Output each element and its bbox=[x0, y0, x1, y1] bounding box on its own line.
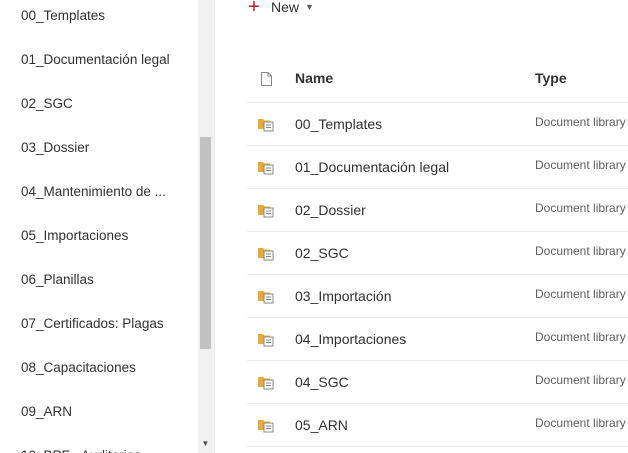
document-library-icon bbox=[258, 377, 274, 390]
column-header-type[interactable]: Type bbox=[535, 70, 567, 86]
chevron-down-icon: ▼ bbox=[305, 2, 314, 12]
row-name[interactable]: 03_Importación bbox=[295, 288, 392, 304]
row-type: Document library bbox=[535, 416, 626, 430]
list-header-row: Name Type bbox=[247, 58, 628, 103]
sidebar-item-06-planillas[interactable]: 06_Planillas bbox=[21, 268, 191, 292]
sidebar-item-10-bpf[interactable]: 10_BPF - Auditorias bbox=[21, 444, 191, 453]
plus-icon: + bbox=[248, 0, 260, 18]
document-library-icon bbox=[258, 334, 274, 347]
row-name[interactable]: 02_Dossier bbox=[295, 202, 366, 218]
table-row[interactable]: 04_SGC Document library bbox=[247, 361, 628, 404]
sidebar-item-00-templates[interactable]: 00_Templates bbox=[21, 4, 191, 28]
document-library-icon bbox=[258, 119, 274, 132]
sidebar-item-05-importaciones[interactable]: 05_Importaciones bbox=[21, 224, 191, 248]
table-row[interactable]: 04_Importaciones Document library bbox=[247, 318, 628, 361]
row-type: Document library bbox=[535, 201, 626, 215]
row-name[interactable]: 04_Importaciones bbox=[295, 331, 406, 347]
row-name[interactable]: 05_ARN bbox=[295, 417, 348, 433]
panel-divider bbox=[214, 0, 215, 453]
new-button[interactable]: + New ▼ bbox=[245, 0, 314, 18]
sidebar-item-04-mantenimiento[interactable]: 04_Mantenimiento de ... bbox=[21, 180, 191, 204]
row-name[interactable]: 01_Documentación legal bbox=[295, 159, 449, 175]
row-type: Document library bbox=[535, 330, 626, 344]
row-type: Document library bbox=[535, 287, 626, 301]
table-row[interactable]: 02_Dossier Document library bbox=[247, 189, 628, 232]
sidebar-item-07-certificados-plagas[interactable]: 07_Certificados: Plagas bbox=[21, 312, 191, 336]
document-library-icon bbox=[258, 291, 274, 304]
table-row[interactable]: 02_SGC Document library bbox=[247, 232, 628, 275]
row-type: Document library bbox=[535, 158, 626, 172]
document-library-icon bbox=[258, 205, 274, 218]
sidebar-scrollbar[interactable]: ▼ bbox=[198, 0, 214, 453]
row-name[interactable]: 00_Templates bbox=[295, 116, 382, 132]
new-button-label: New bbox=[271, 0, 300, 15]
column-header-name[interactable]: Name bbox=[295, 70, 333, 86]
file-type-header-icon[interactable] bbox=[261, 72, 272, 86]
document-library-icon bbox=[258, 248, 274, 261]
sidebar-item-08-capacitaciones[interactable]: 08_Capacitaciones bbox=[21, 356, 191, 380]
document-library-icon bbox=[258, 420, 274, 433]
table-row[interactable]: 00_Templates Document library bbox=[247, 103, 628, 146]
table-row[interactable]: 03_Importación Document library bbox=[247, 275, 628, 318]
scroll-down-arrow-icon[interactable]: ▼ bbox=[200, 438, 211, 450]
table-row[interactable]: 01_Documentación legal Document library bbox=[247, 146, 628, 189]
sidebar-item-09-arn[interactable]: 09_ARN bbox=[21, 400, 191, 424]
left-navigation: 00_Templates 01_Documentación legal 02_S… bbox=[0, 0, 214, 453]
scrollbar-thumb[interactable] bbox=[200, 137, 211, 349]
row-type: Document library bbox=[535, 244, 626, 258]
sidebar-item-01-documentacion-legal[interactable]: 01_Documentación legal bbox=[21, 48, 191, 72]
document-library-icon bbox=[258, 162, 274, 175]
row-name[interactable]: 02_SGC bbox=[295, 245, 349, 261]
table-row[interactable]: 05_ARN Document library bbox=[247, 404, 628, 447]
row-type: Document library bbox=[535, 115, 626, 129]
sidebar-item-02-sgc[interactable]: 02_SGC bbox=[21, 92, 191, 116]
row-type: Document library bbox=[535, 373, 626, 387]
row-name[interactable]: 04_SGC bbox=[295, 374, 349, 390]
sidebar-item-03-dossier[interactable]: 03_Dossier bbox=[21, 136, 191, 160]
